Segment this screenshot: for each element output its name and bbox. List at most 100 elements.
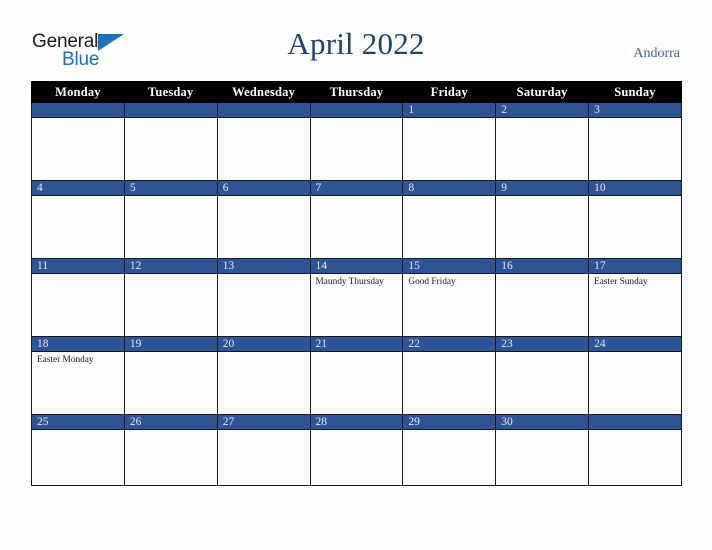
- date-number: 13: [217, 259, 310, 274]
- calendar-day-cell-empty[interactable]: [123, 102, 218, 181]
- day-events: [32, 118, 124, 121]
- day-events: [496, 196, 588, 199]
- calendar-day-cell-empty[interactable]: [216, 102, 311, 181]
- date-number: 10: [589, 181, 681, 196]
- calendar-week-row: 25 26 27 28 29 30: [31, 414, 682, 486]
- date-number: 17: [589, 259, 681, 274]
- calendar-week-row: 18 Easter Monday 19 20 21 22 23 24: [31, 336, 682, 415]
- calendar-day-cell[interactable]: 5: [123, 180, 218, 259]
- date-number: 9: [496, 181, 589, 196]
- calendar-day-cell[interactable]: 1: [402, 102, 497, 181]
- calendar-day-cell[interactable]: 28: [309, 414, 404, 486]
- day-events: [32, 196, 124, 199]
- day-events: [589, 118, 681, 121]
- day-events: [496, 352, 588, 355]
- weekday-header-monday: Monday: [31, 81, 125, 103]
- calendar-header-row: Monday Tuesday Wednesday Thursday Friday Satu…: [31, 81, 682, 103]
- calendar-day-cell[interactable]: 23: [495, 336, 590, 415]
- calendar-day-cell[interactable]: 13: [216, 258, 311, 337]
- calendar-day-cell[interactable]: 25: [31, 414, 125, 486]
- calendar-day-cell[interactable]: 6: [216, 180, 311, 259]
- calendar-day-cell[interactable]: 16: [495, 258, 590, 337]
- calendar-day-cell[interactable]: 17 Easter Sunday: [588, 258, 682, 337]
- date-number: 5: [124, 181, 217, 196]
- date-number: [310, 103, 403, 118]
- calendar-day-cell[interactable]: 20: [216, 336, 311, 415]
- date-number: 15: [403, 259, 496, 274]
- calendar-day-cell[interactable]: 24: [588, 336, 682, 415]
- weekday-header-saturday: Saturday: [495, 81, 590, 103]
- day-events: [218, 274, 310, 277]
- date-number: 1: [403, 103, 496, 118]
- calendar-day-cell[interactable]: 18 Easter Monday: [31, 336, 125, 415]
- day-events: [311, 196, 403, 199]
- day-events: [218, 352, 310, 355]
- day-events: Maundy Thursday: [311, 274, 403, 288]
- calendar-day-cell[interactable]: 26: [123, 414, 218, 486]
- weekday-header-sunday: Sunday: [588, 81, 682, 103]
- date-number: 18: [32, 337, 124, 352]
- calendar-body: 1 2 3 4 5 6 7 8 9 10 11 12 13 14 Maundy Thursday 15 Good…: [31, 102, 682, 486]
- day-events: [403, 196, 495, 199]
- day-events: [311, 352, 403, 355]
- weekday-header-thursday: Thursday: [309, 81, 404, 103]
- calendar-day-cell-empty[interactable]: [588, 414, 682, 486]
- date-number: 7: [310, 181, 403, 196]
- day-events: [125, 430, 217, 433]
- calendar-day-cell[interactable]: 22: [402, 336, 497, 415]
- day-events: Easter Monday: [32, 352, 124, 366]
- calendar-day-cell[interactable]: 9: [495, 180, 590, 259]
- day-events: [125, 274, 217, 277]
- day-events: [403, 118, 495, 121]
- calendar-day-cell[interactable]: 2: [495, 102, 590, 181]
- date-number: 29: [403, 415, 496, 430]
- weekday-header-tuesday: Tuesday: [123, 81, 218, 103]
- calendar-day-cell[interactable]: 8: [402, 180, 497, 259]
- calendar-day-cell[interactable]: 30: [495, 414, 590, 486]
- calendar-grid: Monday Tuesday Wednesday Thursday Friday Satu…: [31, 81, 682, 486]
- date-number: 16: [496, 259, 589, 274]
- calendar-day-cell[interactable]: 4: [31, 180, 125, 259]
- calendar-day-cell[interactable]: 7: [309, 180, 404, 259]
- calendar-day-cell[interactable]: 19: [123, 336, 218, 415]
- calendar-day-cell[interactable]: 3: [588, 102, 682, 181]
- date-number: 27: [217, 415, 310, 430]
- date-number: 4: [32, 181, 124, 196]
- calendar-day-cell-empty[interactable]: [309, 102, 404, 181]
- calendar-day-cell[interactable]: 21: [309, 336, 404, 415]
- date-number: 6: [217, 181, 310, 196]
- day-events: [403, 352, 495, 355]
- day-events: [125, 118, 217, 121]
- day-events: [125, 352, 217, 355]
- calendar-day-cell-empty[interactable]: [31, 102, 125, 181]
- day-events: [589, 352, 681, 355]
- date-number: 14: [310, 259, 403, 274]
- day-events: [496, 118, 588, 121]
- region-label: Andorra: [633, 46, 680, 61]
- calendar-day-cell[interactable]: 11: [31, 258, 125, 337]
- date-number: [217, 103, 310, 118]
- calendar-day-cell[interactable]: 29: [402, 414, 497, 486]
- date-number: 11: [32, 259, 124, 274]
- date-number: 26: [124, 415, 217, 430]
- weekday-header-friday: Friday: [402, 81, 497, 103]
- page-header: General Blue April 2022 Andorra: [0, 0, 712, 80]
- date-number: [32, 103, 124, 118]
- day-events: [218, 196, 310, 199]
- page-title: April 2022: [287, 26, 425, 61]
- calendar-week-row: 11 12 13 14 Maundy Thursday 15 Good Friday 16 17…: [31, 258, 682, 337]
- day-events: [496, 274, 588, 277]
- calendar-week-row: 123: [31, 102, 682, 181]
- calendar-day-cell[interactable]: 27: [216, 414, 311, 486]
- calendar-day-cell[interactable]: 15 Good Friday: [402, 258, 497, 337]
- day-events: [125, 196, 217, 199]
- day-events: [403, 430, 495, 433]
- date-number: 19: [124, 337, 217, 352]
- date-number: [124, 103, 217, 118]
- date-number: 30: [496, 415, 589, 430]
- calendar-day-cell[interactable]: 10: [588, 180, 682, 259]
- day-events: [496, 430, 588, 433]
- calendar-day-cell[interactable]: 12: [123, 258, 218, 337]
- date-number: 2: [496, 103, 589, 118]
- calendar-day-cell[interactable]: 14 Maundy Thursday: [309, 258, 404, 337]
